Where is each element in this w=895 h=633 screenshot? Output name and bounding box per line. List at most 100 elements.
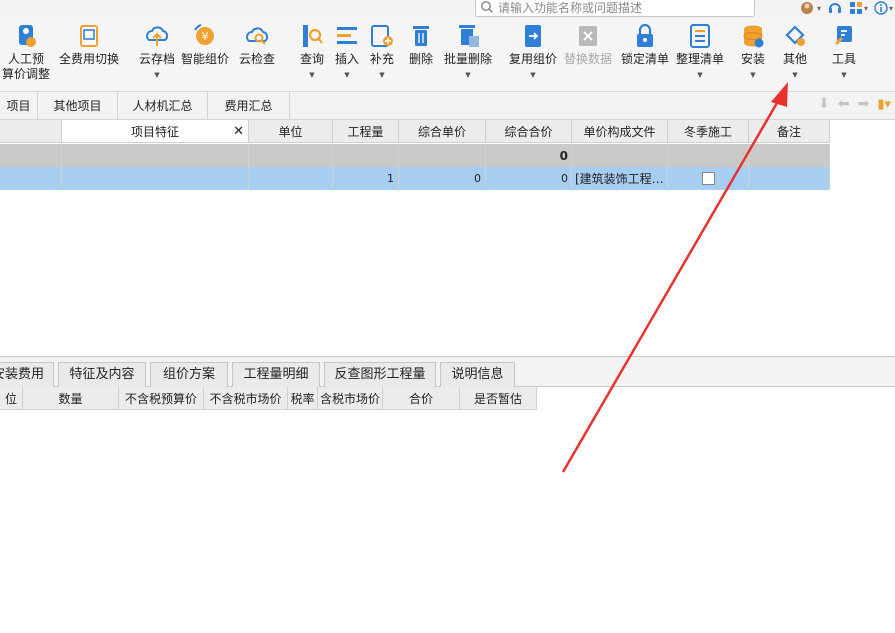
batch-delete-icon <box>459 25 479 47</box>
other-icon <box>785 25 805 46</box>
apps-grid-icon[interactable]: ▾ <box>849 1 868 15</box>
chevron-down-icon[interactable]: ▼ <box>828 68 860 83</box>
user-avatar-icon[interactable]: ▾ <box>800 1 821 15</box>
full-cost-toggle-button[interactable]: 全费用切换 <box>56 22 122 67</box>
other-button[interactable]: 其他 ▼ <box>780 22 810 83</box>
smart-pricing-button[interactable]: ¥ 智能组价 <box>180 22 230 67</box>
tools-button[interactable]: 工具 ▼ <box>828 22 860 83</box>
row-unit-price-cell[interactable]: 0 <box>399 167 486 190</box>
reuse-pricing-label: 复用组价 <box>508 52 557 66</box>
summary-cell <box>0 144 62 167</box>
row-remark-cell[interactable] <box>749 167 830 190</box>
full-cost-toggle-label: 全费用切换 <box>58 52 119 66</box>
chevron-down-icon[interactable]: ▼ <box>332 68 362 83</box>
lock-list-label: 锁定清单 <box>620 52 669 66</box>
summary-cell <box>249 144 333 167</box>
labor-price-label-2: 算价调整 <box>2 67 51 81</box>
row-price-file-cell[interactable]: [建筑装饰工程… <box>572 167 668 190</box>
tab-features-label: 特征及内容 <box>69 367 135 382</box>
tab-install-cost[interactable]: 安装费用 <box>0 362 54 388</box>
arrow-left-icon[interactable]: ⬅ <box>838 96 850 112</box>
smart-pricing-label: 智能组价 <box>180 52 229 66</box>
tabs-row-actions: ⬇ ⬅ ➡ ▮▾ <box>818 96 891 112</box>
chevron-down-icon[interactable]: ▼ <box>442 68 494 83</box>
detail-header-provisional-label: 是否暂估 <box>473 391 522 406</box>
tab-install-cost-label: 安装费用 <box>0 367 44 382</box>
header-feature[interactable]: 项目特征 ✕ <box>62 120 249 142</box>
column-settings-icon[interactable]: ▮▾ <box>877 97 891 112</box>
header-winter: 冬季施工 <box>668 120 749 142</box>
winter-checkbox[interactable] <box>701 172 715 185</box>
chevron-down-icon[interactable]: ▼ <box>137 68 177 83</box>
insert-button[interactable]: 插入 ▼ <box>332 22 362 83</box>
tab-other-project[interactable]: 其他项目 <box>38 92 118 120</box>
full-cost-toggle-icon <box>80 25 98 47</box>
header-unit-price-label: 综合单价 <box>417 124 466 139</box>
header-remark: 备注 <box>749 120 830 142</box>
ribbon-toolbar: 人工预 算价调整 全费用切换 云存档 ▼ ¥ 智能组价 云检查 查询 ▼ 插入 … <box>0 18 895 92</box>
chevron-down-icon[interactable]: ▼ <box>780 68 810 83</box>
table-row[interactable]: 1 0 0 [建筑装饰工程… <box>0 167 830 190</box>
row-unit-cell[interactable] <box>249 167 333 190</box>
tab-reverse-quantity[interactable]: 反查图形工程量 <box>324 362 436 388</box>
supplement-button[interactable]: 补充 ▼ <box>367 22 397 83</box>
tools-icon <box>834 26 852 46</box>
tab-reverse-quantity-label: 反查图形工程量 <box>334 367 426 382</box>
view-tabs: 项目 其他项目 人材机汇总 费用汇总 ⬇ ⬅ ➡ ▮▾ <box>0 92 895 120</box>
support-headset-icon[interactable] <box>827 1 843 15</box>
row-feature-cell[interactable] <box>62 167 249 190</box>
summary-cell <box>749 144 830 167</box>
chevron-down-icon[interactable]: ▼ <box>296 68 328 83</box>
chevron-down-icon[interactable]: ▼ <box>507 68 559 83</box>
summary-row[interactable]: 0 <box>0 144 830 167</box>
tab-quantity-detail[interactable]: 工程量明细 <box>232 362 320 388</box>
detail-header-quantity-label: 数量 <box>58 391 83 406</box>
install-label: 安装 <box>740 52 765 66</box>
info-icon[interactable]: ▾ <box>874 1 893 15</box>
supplement-label: 补充 <box>369 52 394 66</box>
tab-cost-summary[interactable]: 费用汇总 <box>208 92 290 120</box>
header-remark-label: 备注 <box>776 124 801 139</box>
arrow-right-icon[interactable]: ➡ <box>858 96 870 112</box>
batch-delete-button[interactable]: 批量删除 ▼ <box>442 22 494 83</box>
chevron-down-icon[interactable]: ▼ <box>674 68 726 83</box>
tab-pricing-plan[interactable]: 组价方案 <box>150 362 228 388</box>
chevron-down-icon[interactable]: ▼ <box>367 68 397 83</box>
move-down-icon[interactable]: ⬇ <box>818 96 830 112</box>
row-quantity-cell[interactable]: 1 <box>333 167 399 190</box>
function-search-input[interactable]: 请输入功能名称或问题描述 <box>475 0 755 17</box>
delete-button[interactable]: 删除 <box>406 22 436 67</box>
svg-text:¥: ¥ <box>202 30 209 43</box>
row-winter-cell[interactable] <box>668 167 749 190</box>
chevron-down-icon[interactable]: ▼ <box>736 68 770 83</box>
install-button[interactable]: 安装 ▼ <box>736 22 770 83</box>
summary-cell <box>572 144 668 167</box>
tab-description[interactable]: 说明信息 <box>440 362 515 388</box>
cloud-check-label: 云检查 <box>238 52 275 66</box>
tab-features-content[interactable]: 特征及内容 <box>58 362 146 388</box>
header-unit-price: 综合单价 <box>399 120 486 142</box>
header-quantity-label: 工程量 <box>347 124 384 139</box>
labor-price-adjust-button[interactable]: 人工预 算价调整 <box>2 22 50 82</box>
tab-labor-material-summary[interactable]: 人材机汇总 <box>118 92 208 120</box>
cloud-check-icon <box>246 27 269 45</box>
smart-pricing-icon: ¥ <box>194 24 214 45</box>
cloud-save-icon <box>146 26 169 46</box>
other-label: 其他 <box>782 52 807 66</box>
query-button[interactable]: 查询 ▼ <box>296 22 328 83</box>
close-icon[interactable]: ✕ <box>233 124 244 139</box>
title-strip: 请输入功能名称或问题描述 ▾ ▾ ▾ <box>0 0 895 18</box>
replace-data-button[interactable]: 替换数据 <box>562 22 614 67</box>
detail-header-unit: 位 <box>0 387 23 409</box>
organize-list-button[interactable]: 整理清单 ▼ <box>674 22 726 83</box>
cloud-check-button[interactable]: 云检查 <box>236 22 278 67</box>
row-total-price-cell[interactable]: 0 <box>486 167 572 190</box>
cloud-save-button[interactable]: 云存档 ▼ <box>137 22 177 83</box>
tab-project[interactable]: 项目 <box>0 92 38 120</box>
grid-header-row: 项目特征 ✕ 单位 工程量 综合单价 综合合价 单价构成文件 冬季施工 备注 <box>0 120 830 143</box>
reuse-pricing-button[interactable]: 复用组价 ▼ <box>507 22 559 83</box>
detail-header-unit-label: 位 <box>4 391 17 406</box>
header-price-file-label: 单价构成文件 <box>583 124 656 139</box>
lock-list-button[interactable]: 锁定清单 <box>620 22 670 67</box>
trash-icon <box>413 26 429 46</box>
